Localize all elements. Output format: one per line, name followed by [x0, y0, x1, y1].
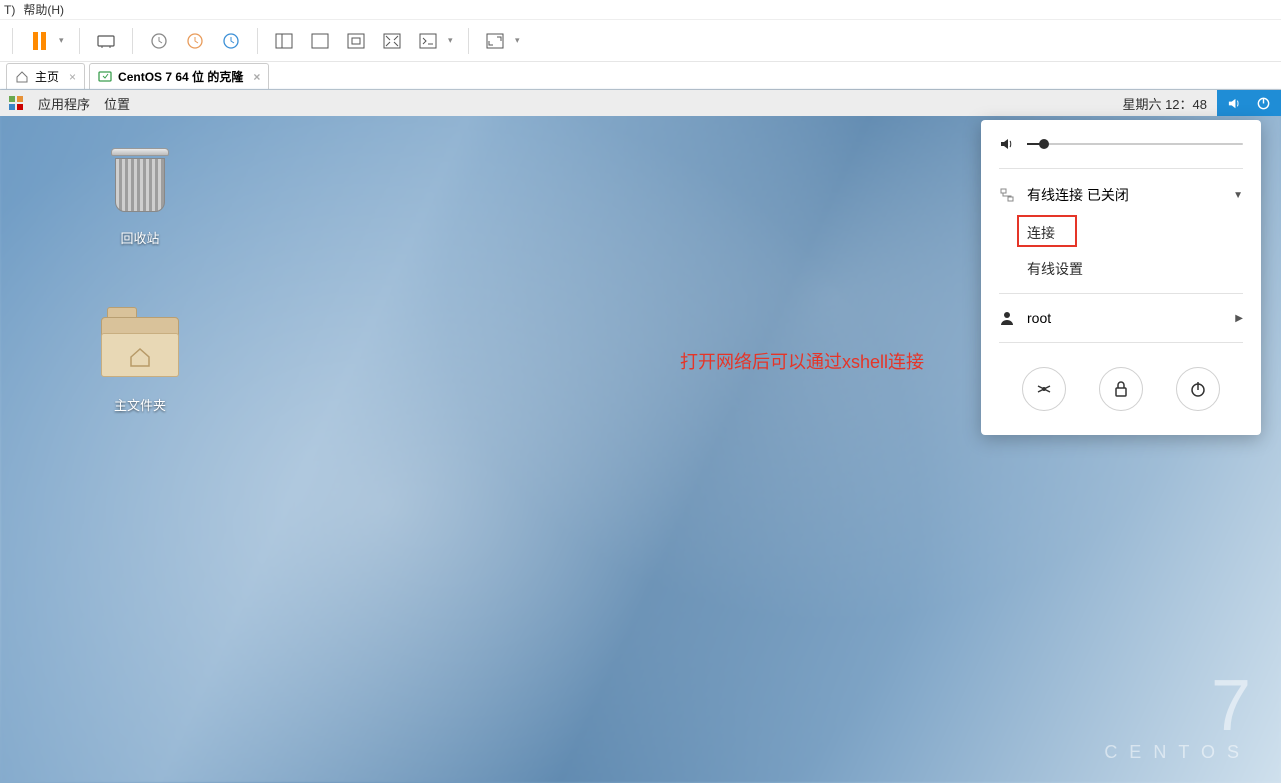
- split-icon: [275, 33, 293, 49]
- fullscreen-dropdown[interactable]: ▾: [515, 35, 525, 46]
- menu-item-wired-settings[interactable]: 有线设置: [981, 251, 1261, 287]
- wired-settings-label: 有线设置: [1027, 261, 1083, 277]
- vmware-toolbar: ▾ ▾ ▾: [0, 20, 1281, 62]
- tab-home[interactable]: 主页 ×: [6, 63, 85, 89]
- volume-row: [981, 120, 1261, 162]
- home-icon: [15, 70, 29, 84]
- separator: [12, 28, 13, 54]
- clock-icon: [150, 32, 168, 50]
- view-single-button[interactable]: [304, 25, 336, 57]
- activities-icon[interactable]: [8, 95, 24, 111]
- clock[interactable]: 星期六 12：48: [1112, 94, 1217, 113]
- power-button[interactable]: [1176, 367, 1220, 411]
- pause-icon: [33, 32, 46, 50]
- keyboard-icon: [97, 33, 115, 49]
- wired-connection-header[interactable]: 有线连接 已关闭 ▼: [981, 175, 1261, 215]
- user-icon: [999, 310, 1015, 326]
- stretch-icon: [383, 33, 401, 49]
- system-menu-popup: 有线连接 已关闭 ▼ 连接 有线设置 root ▶: [981, 120, 1261, 435]
- console-dropdown[interactable]: ▾: [448, 35, 458, 46]
- view-stretch-button[interactable]: [376, 25, 408, 57]
- power-icon: [1189, 380, 1207, 398]
- pause-dropdown[interactable]: ▾: [59, 35, 69, 46]
- pause-vm-button[interactable]: [23, 25, 55, 57]
- network-wired-icon: [999, 187, 1015, 203]
- centos-name: CENTOS: [1104, 742, 1251, 763]
- wired-title: 有线连接 已关闭: [1027, 185, 1129, 205]
- lock-button[interactable]: [1099, 367, 1143, 411]
- manage-snapshot-button[interactable]: [215, 25, 247, 57]
- close-icon[interactable]: ×: [69, 70, 76, 84]
- view-fit-button[interactable]: [340, 25, 372, 57]
- separator: [132, 28, 133, 54]
- user-label: root: [1027, 310, 1051, 326]
- guest-desktop: 应用程序 位置 星期六 12：48 回收站 主文件夹: [0, 90, 1281, 783]
- gnome-top-bar: 应用程序 位置 星期六 12：48: [0, 90, 1281, 116]
- vmware-menu-bar: T) 帮助(H): [0, 0, 1281, 20]
- settings-button[interactable]: [1022, 367, 1066, 411]
- system-actions: [981, 349, 1261, 417]
- settings-icon: [1035, 380, 1053, 398]
- clock-manage-icon: [222, 32, 240, 50]
- volume-slider[interactable]: [1027, 143, 1243, 145]
- volume-icon: [1227, 96, 1242, 111]
- trash-icon: [100, 140, 180, 220]
- separator: [999, 168, 1243, 169]
- centos-version: 7: [1104, 670, 1251, 742]
- desktop-icon-trash[interactable]: 回收站: [80, 140, 200, 247]
- tab-label: CentOS 7 64 位 的克隆: [118, 68, 243, 85]
- fullscreen-icon: [486, 33, 504, 49]
- separator: [999, 342, 1243, 343]
- vmware-tabs: 主页 × CentOS 7 64 位 的克隆 ×: [0, 62, 1281, 90]
- chevron-right-icon: ▶: [1235, 313, 1243, 324]
- separator: [999, 293, 1243, 294]
- revert-snapshot-button[interactable]: [179, 25, 211, 57]
- vm-icon: [98, 70, 112, 84]
- chevron-down-icon: ▼: [1233, 190, 1243, 201]
- power-icon: [1256, 96, 1271, 111]
- volume-icon: [999, 136, 1015, 152]
- annotation-text: 打开网络后可以通过xshell连接: [680, 348, 924, 374]
- separator: [468, 28, 469, 54]
- connect-label: 连接: [1027, 225, 1055, 241]
- separator: [79, 28, 80, 54]
- tab-label: 主页: [35, 68, 59, 85]
- user-row[interactable]: root ▶: [981, 300, 1261, 336]
- lock-icon: [1113, 380, 1129, 398]
- menu-item-connect[interactable]: 连接: [981, 215, 1261, 251]
- console-button[interactable]: [412, 25, 444, 57]
- desktop-icon-home[interactable]: 主文件夹: [80, 307, 200, 414]
- single-icon: [311, 33, 329, 49]
- close-icon[interactable]: ×: [253, 70, 260, 84]
- system-tray[interactable]: [1217, 90, 1281, 116]
- menu-t-fragment[interactable]: T): [4, 3, 15, 17]
- desktop-icons: 回收站 主文件夹: [80, 140, 200, 474]
- menu-help[interactable]: 帮助(H): [23, 1, 64, 18]
- tab-vm[interactable]: CentOS 7 64 位 的克隆 ×: [89, 63, 269, 89]
- icon-label: 主文件夹: [80, 395, 200, 414]
- folder-icon: [100, 307, 180, 387]
- console-icon: [419, 33, 437, 49]
- centos-watermark: 7 CENTOS: [1104, 670, 1251, 763]
- snapshot-button[interactable]: [143, 25, 175, 57]
- separator: [257, 28, 258, 54]
- fullscreen-button[interactable]: [479, 25, 511, 57]
- clock-revert-icon: [186, 32, 204, 50]
- menu-applications[interactable]: 应用程序: [38, 94, 90, 113]
- view-split-button[interactable]: [268, 25, 300, 57]
- send-ctrl-alt-del-button[interactable]: [90, 25, 122, 57]
- menu-places[interactable]: 位置: [104, 94, 130, 113]
- fit-icon: [347, 33, 365, 49]
- icon-label: 回收站: [80, 228, 200, 247]
